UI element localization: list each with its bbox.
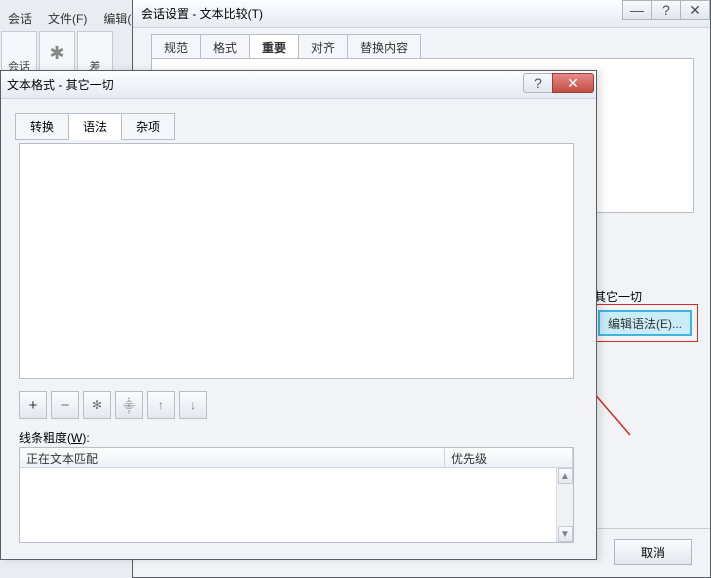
- edit-grammar-button[interactable]: 编辑语法(E)...: [598, 310, 692, 336]
- tab-replace[interactable]: 替换内容: [347, 34, 421, 61]
- thickness-table[interactable]: 正在文本匹配 优先级 ▲ ▼: [19, 447, 574, 543]
- move-down-button[interactable]: ↓: [179, 391, 207, 419]
- tab-misc[interactable]: 杂项: [121, 113, 175, 140]
- tab-important[interactable]: 重要: [249, 34, 299, 61]
- table-header: 正在文本匹配 优先级: [20, 448, 573, 468]
- cancel-button[interactable]: 取消: [614, 539, 692, 565]
- grammar-toolbar: + − ✻ ⸎ ↑ ↓: [19, 391, 207, 419]
- help-button[interactable]: ?: [523, 73, 553, 93]
- group-button[interactable]: ⸎: [115, 391, 143, 419]
- arrow-down-icon: ↓: [190, 398, 196, 412]
- tab-format[interactable]: 格式: [200, 34, 250, 61]
- tab-convert[interactable]: 转换: [15, 113, 69, 140]
- menu-session[interactable]: 会话: [0, 8, 40, 30]
- star-icon: ✱: [49, 32, 64, 74]
- grammar-listbox[interactable]: [19, 143, 574, 379]
- scroll-down-button[interactable]: ▼: [558, 526, 573, 542]
- text-format-title: 文本格式 - 其它一切: [7, 76, 114, 93]
- session-settings-tabs: 规范 格式 重要 对齐 替换内容: [151, 34, 710, 61]
- scroll-up-button[interactable]: ▲: [558, 468, 573, 484]
- session-settings-window-controls: — ? ✕: [623, 0, 710, 20]
- col-priority[interactable]: 优先级: [445, 448, 573, 467]
- group-icon: ⸎: [123, 397, 136, 414]
- text-format-dialog: 文本格式 - 其它一切 ? ✕ 转换 语法 杂项 + − ✻ ⸎ ↑ ↓ 线条粗…: [0, 70, 597, 560]
- help-button[interactable]: ?: [651, 0, 681, 20]
- other-item-label[interactable]: 其它一切: [594, 288, 642, 305]
- text-format-tabs: 转换 语法 杂项: [15, 113, 596, 140]
- add-button[interactable]: +: [19, 391, 47, 419]
- menu-file[interactable]: 文件(F): [40, 8, 95, 30]
- tab-grammar[interactable]: 语法: [68, 113, 122, 140]
- arrow-up-icon: ↑: [158, 398, 164, 412]
- gear-icon: ✻: [92, 398, 102, 412]
- close-button[interactable]: ✕: [680, 0, 710, 20]
- remove-button[interactable]: −: [51, 391, 79, 419]
- col-match[interactable]: 正在文本匹配: [20, 448, 445, 467]
- minimize-button[interactable]: —: [622, 0, 652, 20]
- settings-button[interactable]: ✻: [83, 391, 111, 419]
- line-thickness-label: 线条粗度(W):: [19, 429, 90, 446]
- vertical-scrollbar[interactable]: ▲ ▼: [556, 468, 573, 542]
- tab-spec[interactable]: 规范: [151, 34, 201, 61]
- move-up-button[interactable]: ↑: [147, 391, 175, 419]
- tab-align[interactable]: 对齐: [298, 34, 348, 61]
- text-format-window-controls: ? ✕: [524, 73, 594, 93]
- close-button[interactable]: ✕: [552, 73, 594, 93]
